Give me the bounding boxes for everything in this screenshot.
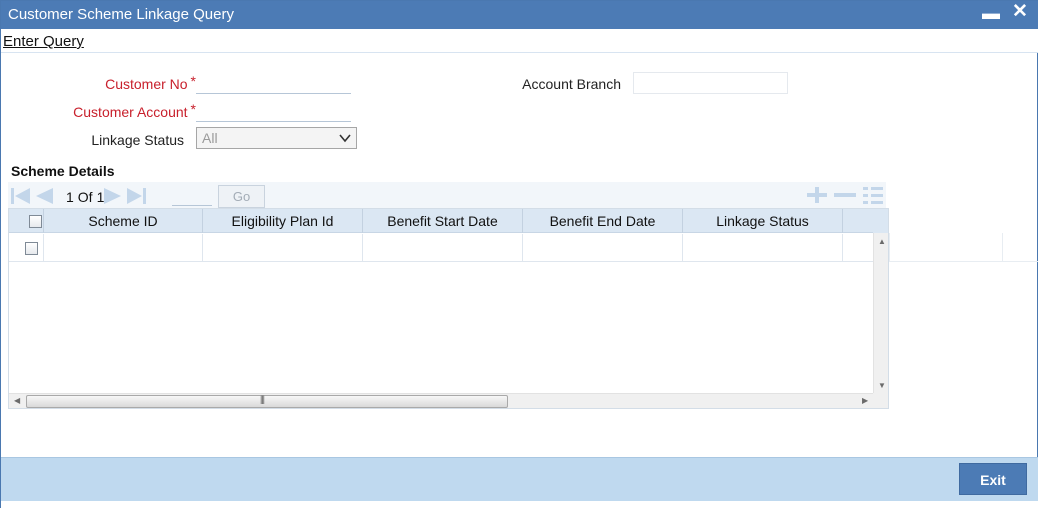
- scheme-details-title: Scheme Details: [11, 163, 115, 179]
- scrollbar-thumb[interactable]: |||: [26, 394, 508, 408]
- row-checkbox[interactable]: [25, 242, 38, 255]
- of-label: Of: [77, 189, 93, 205]
- column-header-linkage-status[interactable]: Linkage Status: [683, 209, 843, 233]
- delete-row-icon[interactable]: [832, 185, 858, 205]
- column-header-eligibility-plan-id[interactable]: Eligibility Plan Id: [203, 209, 363, 233]
- linkage-status-label: Linkage Status: [91, 132, 184, 148]
- customer-no-label: Customer No *: [61, 73, 196, 92]
- account-branch-field[interactable]: [633, 72, 788, 94]
- scroll-right-icon[interactable]: ▶: [862, 396, 868, 405]
- column-header-benefit-start-date[interactable]: Benefit Start Date: [363, 209, 523, 233]
- row-select-cell: [9, 234, 44, 262]
- cell-scheme-id[interactable]: [44, 234, 203, 262]
- next-page-icon[interactable]: [102, 187, 124, 205]
- customer-account-label-text: Customer Account: [73, 104, 188, 120]
- scrollbar-header-spacer: [873, 209, 888, 233]
- vertical-scrollbar[interactable]: ▲ ▼: [873, 233, 888, 393]
- column-header-scheme-id[interactable]: Scheme ID: [44, 209, 203, 233]
- first-page-icon[interactable]: [10, 187, 32, 205]
- customer-account-field[interactable]: [196, 100, 351, 122]
- select-all-cell: [9, 209, 44, 233]
- enter-query-link[interactable]: Enter Query: [3, 33, 84, 50]
- cell-eligibility-plan-id[interactable]: [203, 234, 363, 262]
- linkage-status-select[interactable]: All: [196, 127, 357, 149]
- grid-header: Scheme ID Eligibility Plan Id Benefit St…: [9, 209, 873, 233]
- menu-bar: Enter Query: [1, 29, 1038, 53]
- minimize-icon[interactable]: ▬: [982, 3, 1000, 23]
- horizontal-scrollbar[interactable]: ◀ ||| ▶: [9, 393, 873, 408]
- scroll-up-icon[interactable]: ▲: [878, 237, 886, 246]
- previous-page-icon[interactable]: [33, 187, 55, 205]
- account-branch-label: Account Branch: [522, 76, 621, 92]
- cell-benefit-end-date[interactable]: [523, 234, 683, 262]
- current-page: 1: [66, 189, 74, 205]
- grid-overflow-line: [889, 261, 1038, 262]
- grid-overflow-divider: [889, 233, 890, 261]
- cell-linkage-status[interactable]: [683, 234, 843, 262]
- close-icon[interactable]: ✕: [1012, 2, 1028, 22]
- column-header-benefit-end-date[interactable]: Benefit End Date: [523, 209, 683, 233]
- single-view-icon[interactable]: [860, 185, 886, 207]
- scroll-left-icon[interactable]: ◀: [14, 396, 20, 405]
- footer-bar: [1, 457, 1038, 501]
- table-row[interactable]: [9, 234, 873, 262]
- cell-benefit-start-date[interactable]: [363, 234, 523, 262]
- linkage-status-value: All: [202, 130, 218, 146]
- chevron-down-icon: [339, 134, 351, 143]
- exit-button[interactable]: Exit: [959, 463, 1027, 495]
- scrollbar-grip-icon: |||: [260, 394, 265, 404]
- customer-no-field[interactable]: [196, 72, 351, 94]
- scheme-details-grid: Scheme ID Eligibility Plan Id Benefit St…: [8, 208, 889, 409]
- add-row-icon[interactable]: [804, 185, 830, 205]
- app-window: Customer Scheme Linkage Query ▬ ✕ Enter …: [0, 0, 1038, 508]
- grid-toolbar: 1 Of 1 Go: [8, 182, 886, 208]
- window-title: Customer Scheme Linkage Query: [8, 6, 234, 23]
- go-button[interactable]: Go: [218, 185, 265, 208]
- scrollbar-corner: [873, 393, 888, 408]
- scroll-down-icon[interactable]: ▼: [878, 381, 886, 390]
- customer-account-label: Customer Account *: [41, 101, 196, 120]
- title-bar: Customer Scheme Linkage Query ▬ ✕: [1, 1, 1038, 29]
- bottom-strip: [1, 501, 1038, 508]
- customer-no-label-text: Customer No: [105, 76, 188, 92]
- grid-overflow-divider: [1002, 233, 1003, 261]
- goto-page-input[interactable]: [172, 188, 212, 206]
- select-all-checkbox[interactable]: [29, 215, 42, 228]
- last-page-icon[interactable]: [125, 187, 147, 205]
